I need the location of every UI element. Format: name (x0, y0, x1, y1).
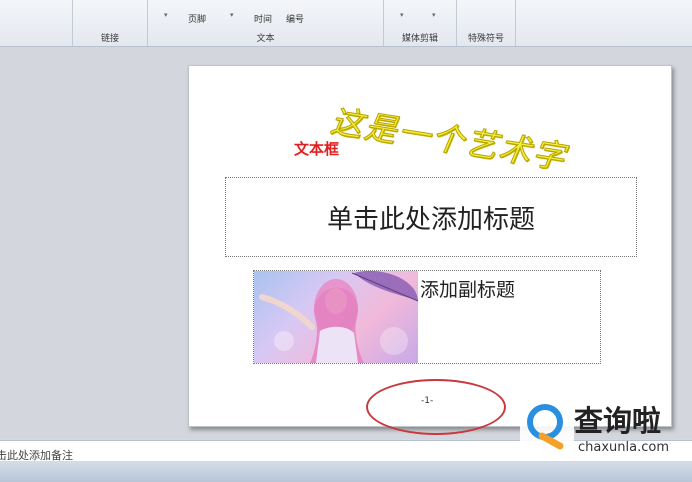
ribbon-group-media: ▾ ▾ 媒体剪辑 (384, 0, 457, 46)
subtitle-placeholder[interactable]: 添加副标题 (253, 270, 601, 364)
datetime-button[interactable]: 时间 (254, 12, 272, 25)
watermark-text: 查询啦 (574, 404, 662, 438)
dropdown-arrow-icon[interactable]: ▾ (164, 11, 168, 19)
annotation-circle (366, 379, 506, 435)
group-label-media: 媒体剪辑 (401, 34, 438, 44)
magnifier-logo-icon (520, 398, 574, 452)
text-box[interactable]: 文本框 (294, 138, 339, 159)
title-placeholder[interactable]: 单击此处添加标题 (225, 177, 637, 257)
wordart[interactable]: 这是一个艺术字 (328, 96, 615, 177)
title-placeholder-text: 单击此处添加标题 (326, 204, 535, 235)
picture-illustration (259, 271, 418, 363)
subtitle-placeholder-text: 添加副标题 (420, 279, 516, 301)
slide-workspace: 这是一个艺术字 文本框 单击此处添加标题 添加副标题 -1- (0, 47, 692, 439)
anime-picture[interactable] (254, 271, 418, 363)
group-label-text: 文本 (256, 34, 275, 44)
dropdown-arrow-icon[interactable]: ▾ (400, 11, 404, 19)
group-label-symbols: 特殊符号 (467, 34, 504, 44)
ribbon: 链接 ▾ 页脚 ▾ 时间 编号 文本 ▾ ▾ 媒体剪辑 特殊符号 (0, 0, 692, 47)
dropdown-arrow-icon[interactable]: ▾ (432, 11, 436, 19)
watermark-url: chaxunla.com (578, 440, 669, 455)
ribbon-group-links: 链接 (73, 0, 148, 46)
notes-placeholder: 击此处添加备注 (0, 449, 73, 462)
group-label-links: 链接 (100, 34, 119, 44)
dropdown-arrow-icon[interactable]: ▾ (230, 11, 234, 19)
slide-number-button[interactable]: 编号 (286, 12, 304, 25)
slide-canvas[interactable]: 这是一个艺术字 文本框 单击此处添加标题 添加副标题 -1- (188, 65, 672, 427)
ribbon-group-text: ▾ 页脚 ▾ 时间 编号 文本 (148, 0, 384, 46)
taskbar (0, 462, 692, 482)
ribbon-group-left (0, 0, 73, 46)
ribbon-group-symbols: 特殊符号 (457, 0, 516, 46)
watermark-logo: 查询啦 chaxunla.com (516, 392, 686, 462)
header-footer-button[interactable]: 页脚 (188, 12, 206, 25)
wordart-text: 这是一个艺术字 (328, 101, 570, 177)
